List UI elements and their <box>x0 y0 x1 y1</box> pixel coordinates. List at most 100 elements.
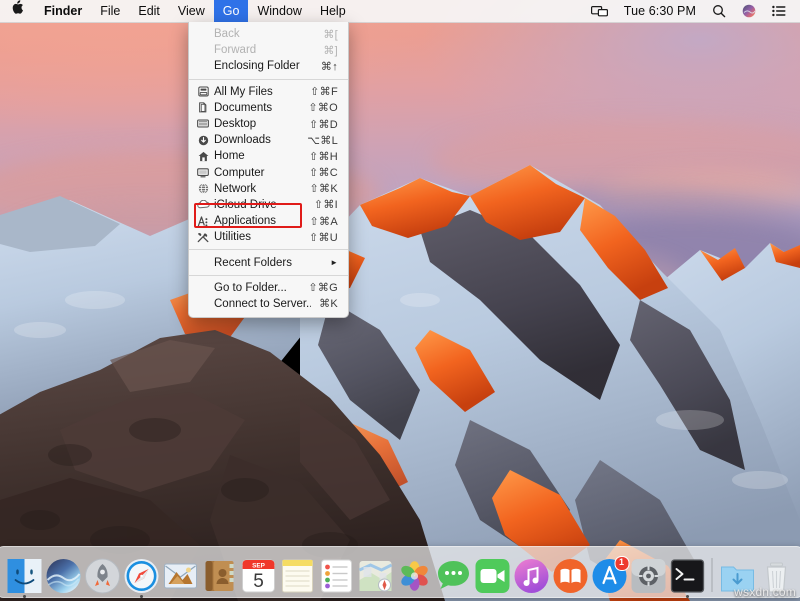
menu-item-connect-to-server[interactable]: Connect to Server... ⌘K <box>189 296 348 312</box>
menu-item-label: Forward <box>214 44 315 56</box>
siri-icon[interactable] <box>735 0 763 22</box>
menu-item-label: Downloads <box>214 134 299 146</box>
menu-separator <box>189 79 348 80</box>
app-store-badge: 1 <box>614 556 629 571</box>
menu-item-computer[interactable]: Computer ⇧⌘C <box>189 165 348 181</box>
notification-center-icon[interactable] <box>765 0 793 22</box>
menu-item-label: iCloud Drive <box>214 199 306 211</box>
dock-item-system-preferences[interactable] <box>630 558 666 594</box>
apple-menu[interactable] <box>0 0 35 22</box>
calendar-day: 5 <box>253 571 264 592</box>
dock-item-launchpad[interactable] <box>84 558 120 594</box>
menu-item-shortcut: ⇧⌘F <box>302 85 338 98</box>
menu-item-go-to-folder[interactable]: Go to Folder... ⇧⌘G <box>189 280 348 296</box>
menu-item-shortcut: ⌘] <box>315 44 338 57</box>
menu-item-icloud-drive[interactable]: iCloud Drive ⇧⌘I <box>189 197 348 213</box>
dock-item-notes[interactable] <box>279 558 315 594</box>
icloud-drive-icon <box>196 198 210 211</box>
menu-item-shortcut: ⌘K <box>311 297 338 310</box>
desktop-screen: Finder File Edit View Go Window Help Tue… <box>0 0 800 601</box>
running-indicator <box>140 595 143 598</box>
dock-item-finder[interactable] <box>6 558 42 594</box>
menu-bar-item-window[interactable]: Window <box>248 0 310 22</box>
dock: SEP 5 <box>0 546 800 598</box>
dock-item-contacts[interactable] <box>201 558 237 594</box>
menu-item-label: Go to Folder... <box>214 282 300 294</box>
menu-bar-item-go[interactable]: Go <box>214 0 249 22</box>
computer-icon <box>196 166 210 179</box>
menu-item-label: Applications <box>214 215 302 227</box>
dock-item-siri[interactable] <box>45 558 81 594</box>
go-menu-dropdown: Back ⌘[ Forward ⌘] Enclosing Folder ⌘↑ A… <box>188 22 349 318</box>
dock-divider <box>712 558 713 592</box>
dock-item-terminal[interactable] <box>669 558 705 594</box>
desktop-icon <box>196 118 210 131</box>
dock-item-mail[interactable] <box>162 558 198 594</box>
dock-item-itunes[interactable] <box>513 558 549 594</box>
menu-item-home[interactable]: Home ⇧⌘H <box>189 148 348 164</box>
menu-bar: Finder File Edit View Go Window Help Tue… <box>0 0 800 23</box>
menu-bar-clock[interactable]: Tue 6:30 PM <box>617 0 703 22</box>
menu-item-recent-folders[interactable]: Recent Folders ► <box>189 254 348 270</box>
dock-item-messages[interactable] <box>435 558 471 594</box>
menu-item-forward[interactable]: Forward ⌘] <box>189 42 348 58</box>
menu-item-shortcut: ⇧⌘O <box>300 101 338 114</box>
menu-item-shortcut: ⌘↑ <box>313 60 338 73</box>
screen-mirroring-icon[interactable] <box>584 0 615 22</box>
dock-item-reminders[interactable] <box>318 558 354 594</box>
menu-separator <box>189 249 348 250</box>
home-icon <box>196 150 210 163</box>
dock-item-calendar[interactable]: SEP 5 <box>240 558 276 594</box>
menu-item-all-my-files[interactable]: All My Files ⇧⌘F <box>189 84 348 100</box>
running-indicator <box>23 595 26 598</box>
menu-item-shortcut: ⇧⌘C <box>301 166 338 179</box>
menu-bar-app-menus: Finder File Edit View Go Window Help <box>0 0 355 22</box>
menu-item-applications[interactable]: Applications ⇧⌘A <box>189 213 348 229</box>
menu-item-label: Recent Folders <box>214 257 322 269</box>
menu-item-shortcut: ⇧⌘I <box>306 198 338 211</box>
utilities-icon <box>196 231 210 244</box>
menu-item-utilities[interactable]: Utilities ⇧⌘U <box>189 229 348 245</box>
menu-item-downloads[interactable]: Downloads ⌥⌘L <box>189 132 348 148</box>
menu-bar-item-edit[interactable]: Edit <box>129 0 169 22</box>
apple-logo-icon <box>12 0 24 14</box>
menu-item-documents[interactable]: Documents ⇧⌘O <box>189 100 348 116</box>
menu-bar-item-file[interactable]: File <box>91 0 129 22</box>
menu-item-label: Desktop <box>214 118 301 130</box>
wallpaper-mountains <box>0 0 800 601</box>
menu-item-shortcut: ⇧⌘U <box>301 231 338 244</box>
menu-item-shortcut: ⇧⌘A <box>302 215 338 228</box>
menu-item-shortcut: ⇧⌘D <box>301 118 338 131</box>
menu-item-enclosing-folder[interactable]: Enclosing Folder ⌘↑ <box>189 58 348 74</box>
dock-item-ibooks[interactable] <box>552 558 588 594</box>
menu-separator <box>189 275 348 276</box>
dock-item-maps[interactable] <box>357 558 393 594</box>
menu-bar-item-view[interactable]: View <box>169 0 214 22</box>
menu-item-label: Network <box>214 183 302 195</box>
menu-item-label: Home <box>214 150 301 162</box>
menu-item-shortcut: ⇧⌘G <box>300 281 338 294</box>
menu-item-shortcut: ⇧⌘K <box>302 182 338 195</box>
downloads-icon <box>196 134 210 147</box>
running-indicator <box>686 595 689 598</box>
menu-item-label: Back <box>214 28 315 40</box>
spotlight-search-icon[interactable] <box>705 0 733 22</box>
menu-item-desktop[interactable]: Desktop ⇧⌘D <box>189 116 348 132</box>
calendar-month: SEP <box>252 563 266 570</box>
applications-icon <box>196 215 210 228</box>
menu-item-label: All My Files <box>214 86 302 98</box>
menu-bar-item-finder[interactable]: Finder <box>35 0 91 22</box>
dock-item-photos[interactable] <box>396 558 432 594</box>
menu-item-label: Connect to Server... <box>214 298 311 310</box>
menu-item-network[interactable]: Network ⇧⌘K <box>189 181 348 197</box>
menu-bar-item-help[interactable]: Help <box>311 0 355 22</box>
menu-item-shortcut: ⌘[ <box>315 28 338 41</box>
menu-bar-status-area: Tue 6:30 PM <box>584 0 800 22</box>
dock-item-safari[interactable] <box>123 558 159 594</box>
menu-item-back[interactable]: Back ⌘[ <box>189 26 348 42</box>
dock-item-facetime[interactable] <box>474 558 510 594</box>
menu-item-label: Documents <box>214 102 300 114</box>
all-my-files-icon <box>196 85 210 98</box>
submenu-arrow-icon: ► <box>322 258 338 267</box>
dock-item-app-store[interactable]: 1 <box>591 558 627 594</box>
